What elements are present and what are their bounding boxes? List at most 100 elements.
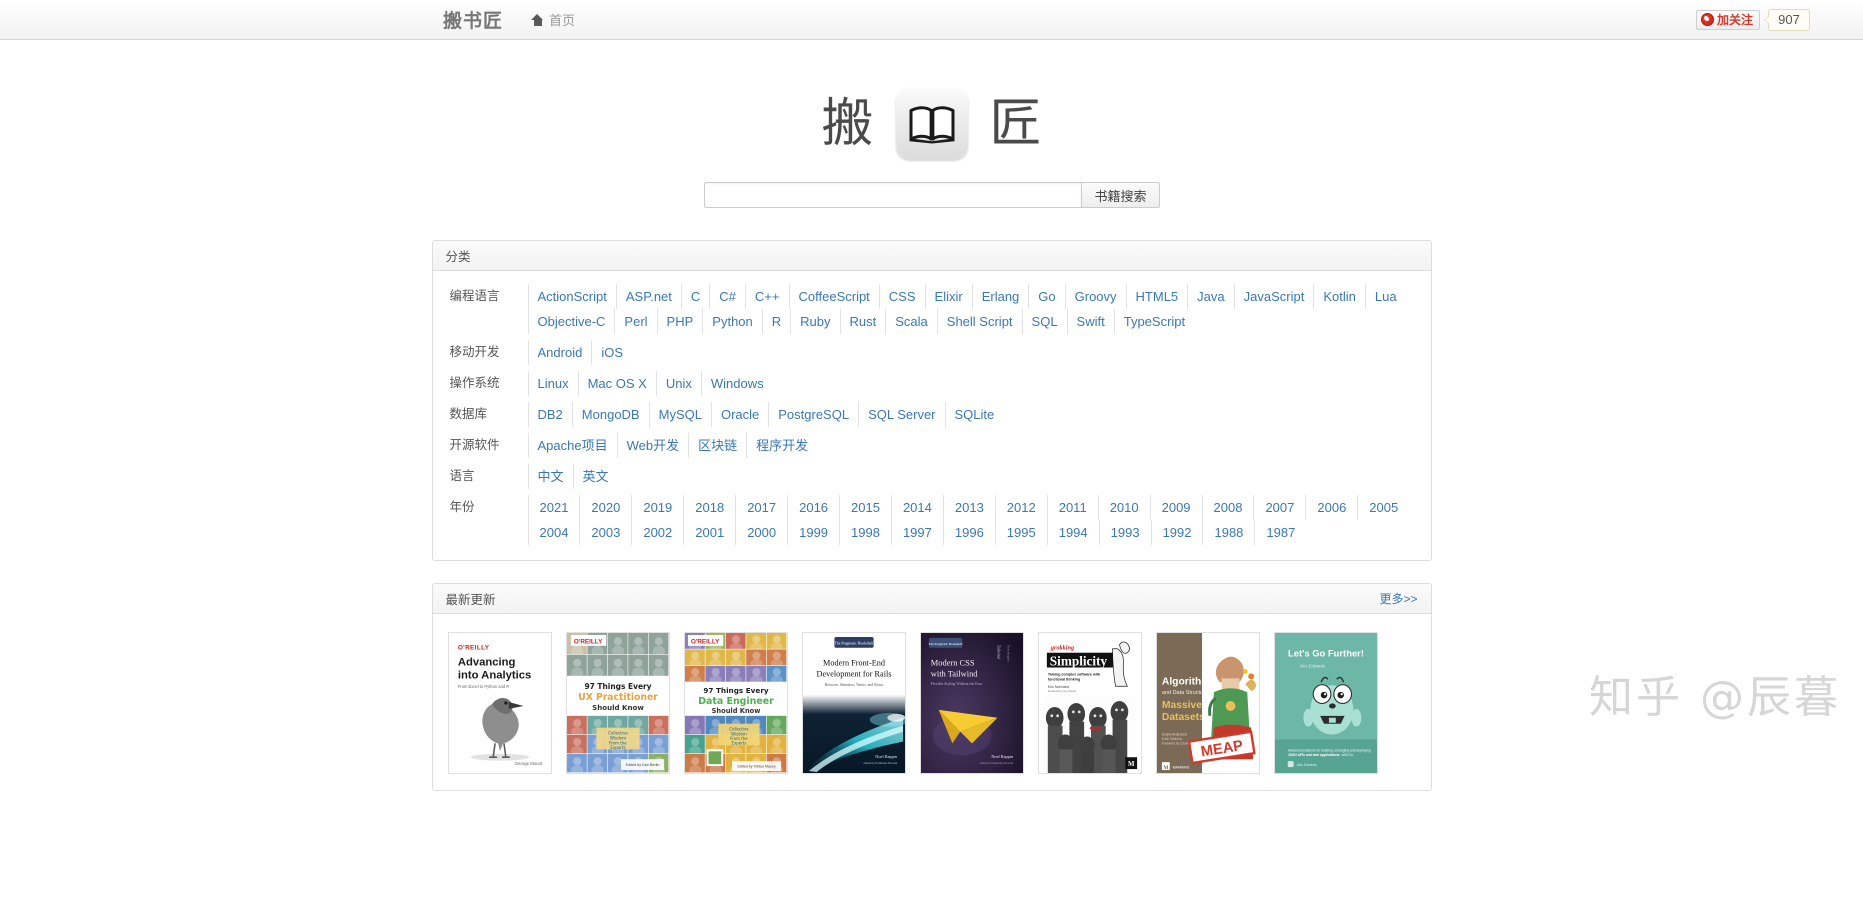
- site-brand[interactable]: 搬书匠: [443, 6, 503, 33]
- category-link[interactable]: C++: [745, 284, 789, 309]
- site-logo[interactable]: 搬 匠: [432, 88, 1432, 160]
- category-link[interactable]: 1996: [943, 520, 995, 545]
- book-cover-link[interactable]: The Pragmatic Bookshelf Tailwind Noel Ra…: [920, 632, 1024, 774]
- category-link[interactable]: 2020: [579, 495, 631, 520]
- category-link[interactable]: 2013: [943, 495, 995, 520]
- category-link[interactable]: 1998: [839, 520, 891, 545]
- category-link[interactable]: 2017: [735, 495, 787, 520]
- category-link[interactable]: Unix: [656, 371, 701, 396]
- category-link[interactable]: Lua: [1365, 284, 1406, 309]
- category-link[interactable]: 1993: [1099, 520, 1151, 545]
- category-link[interactable]: 2004: [528, 520, 580, 545]
- category-link[interactable]: Apache项目: [528, 433, 617, 458]
- book-cover-link[interactable]: The Pragmatic Bookshelf Modern Front-End…: [802, 632, 906, 774]
- category-link[interactable]: 2009: [1150, 495, 1202, 520]
- category-link[interactable]: 1988: [1202, 520, 1254, 545]
- category-link[interactable]: 英文: [573, 464, 618, 489]
- weibo-follow-button[interactable]: 加关注: [1696, 10, 1760, 30]
- category-link[interactable]: 2016: [787, 495, 839, 520]
- category-link[interactable]: Oracle: [711, 402, 768, 427]
- category-link[interactable]: Elixir: [925, 284, 972, 309]
- category-link[interactable]: Go: [1028, 284, 1064, 309]
- category-link[interactable]: 区块链: [688, 433, 746, 458]
- book-cover-link[interactable]: O'REILLY 97 Things Every UX Practitioner…: [566, 632, 670, 774]
- category-link[interactable]: SQLite: [945, 402, 1004, 427]
- category-link[interactable]: 中文: [528, 464, 573, 489]
- category-link[interactable]: DB2: [528, 402, 572, 427]
- category-link[interactable]: 2018: [683, 495, 735, 520]
- book-cover-link[interactable]: grokking Simplicity Taming complex softw…: [1038, 632, 1142, 774]
- category-link[interactable]: Scala: [885, 309, 937, 334]
- category-link[interactable]: Shell Script: [937, 309, 1022, 334]
- category-link[interactable]: iOS: [591, 340, 632, 365]
- category-link[interactable]: 2005: [1357, 495, 1409, 520]
- category-link[interactable]: 2021: [528, 495, 580, 520]
- category-link[interactable]: 2001: [683, 520, 735, 545]
- svg-text:Modern Front-End: Modern Front-End: [823, 659, 886, 668]
- search-button[interactable]: 书籍搜索: [1081, 182, 1159, 208]
- category-link[interactable]: Python: [702, 309, 761, 334]
- category-link[interactable]: MongoDB: [572, 402, 649, 427]
- category-link[interactable]: 1992: [1151, 520, 1203, 545]
- category-link[interactable]: HTML5: [1126, 284, 1188, 309]
- category-link[interactable]: TypeScript: [1114, 309, 1194, 334]
- category-link[interactable]: CoffeeScript: [789, 284, 879, 309]
- category-link[interactable]: Android: [528, 340, 592, 365]
- book-cover-link[interactable]: Algorithms and Data Structures for Massi…: [1156, 632, 1260, 774]
- category-link[interactable]: SQL Server: [858, 402, 944, 427]
- category-link[interactable]: Objective-C: [528, 309, 615, 334]
- category-link[interactable]: 2019: [631, 495, 683, 520]
- category-link[interactable]: 2011: [1047, 495, 1098, 520]
- category-link[interactable]: Rust: [840, 309, 886, 334]
- category-link[interactable]: 2002: [631, 520, 683, 545]
- category-link[interactable]: Java: [1187, 284, 1233, 309]
- category-link[interactable]: 1997: [891, 520, 943, 545]
- latest-more-link[interactable]: 更多>>: [1379, 590, 1417, 607]
- category-link[interactable]: 1999: [787, 520, 839, 545]
- category-link[interactable]: ASP.net: [616, 284, 681, 309]
- category-link[interactable]: PostgreSQL: [768, 402, 858, 427]
- category-link[interactable]: 2014: [891, 495, 943, 520]
- category-link[interactable]: CSS: [879, 284, 925, 309]
- category-link[interactable]: JavaScript: [1234, 284, 1314, 309]
- category-link[interactable]: 1987: [1254, 520, 1306, 545]
- nav-item-home[interactable]: 首页: [531, 10, 575, 29]
- category-link[interactable]: Perl: [614, 309, 656, 334]
- search-input[interactable]: [704, 182, 1082, 208]
- category-link[interactable]: R: [762, 309, 790, 334]
- category-link[interactable]: 2006: [1305, 495, 1357, 520]
- category-link[interactable]: ActionScript: [528, 284, 616, 309]
- category-link[interactable]: Mac OS X: [578, 371, 656, 396]
- category-link[interactable]: Erlang: [972, 284, 1029, 309]
- category-link[interactable]: Groovy: [1065, 284, 1126, 309]
- svg-text:Advanced patterns for building: Advanced patterns for building, managing…: [1287, 748, 1370, 752]
- book-cover-link[interactable]: O'REILLY 97 Things Every Data Engineer S…: [684, 632, 788, 774]
- category-link[interactable]: 程序开发: [746, 433, 817, 458]
- category-link[interactable]: Kotlin: [1313, 284, 1365, 309]
- category-link[interactable]: PHP: [657, 309, 703, 334]
- category-link[interactable]: C: [681, 284, 709, 309]
- book-cover-link[interactable]: Let's Go Further! Alex Edwards Advanced …: [1274, 632, 1378, 774]
- category-link[interactable]: Windows: [701, 371, 773, 396]
- category-link[interactable]: 2000: [735, 520, 787, 545]
- svg-text:O'REILLY: O'REILLY: [573, 638, 602, 645]
- category-link[interactable]: Swift: [1067, 309, 1114, 334]
- category-link[interactable]: Web开发: [617, 433, 689, 458]
- latest-body: O'REILLY Advancing into Analytics From E…: [433, 614, 1431, 790]
- category-link[interactable]: 2008: [1202, 495, 1254, 520]
- category-link[interactable]: 2007: [1253, 495, 1305, 520]
- category-link[interactable]: SQL: [1022, 309, 1067, 334]
- svg-text:Noel Rappin: Noel Rappin: [1006, 645, 1010, 662]
- category-link[interactable]: 1994: [1047, 520, 1099, 545]
- category-link[interactable]: Linux: [528, 371, 578, 396]
- category-link[interactable]: MySQL: [649, 402, 711, 427]
- category-link[interactable]: 1995: [995, 520, 1047, 545]
- category-link[interactable]: C#: [709, 284, 745, 309]
- category-row: 年份20212020201920182017201620152014201320…: [446, 492, 1418, 548]
- category-link[interactable]: 2003: [579, 520, 631, 545]
- category-link[interactable]: Ruby: [790, 309, 839, 334]
- book-cover-link[interactable]: O'REILLY Advancing into Analytics From E…: [448, 632, 552, 774]
- category-link[interactable]: 2012: [995, 495, 1047, 520]
- category-link[interactable]: 2010: [1098, 495, 1150, 520]
- category-link[interactable]: 2015: [839, 495, 891, 520]
